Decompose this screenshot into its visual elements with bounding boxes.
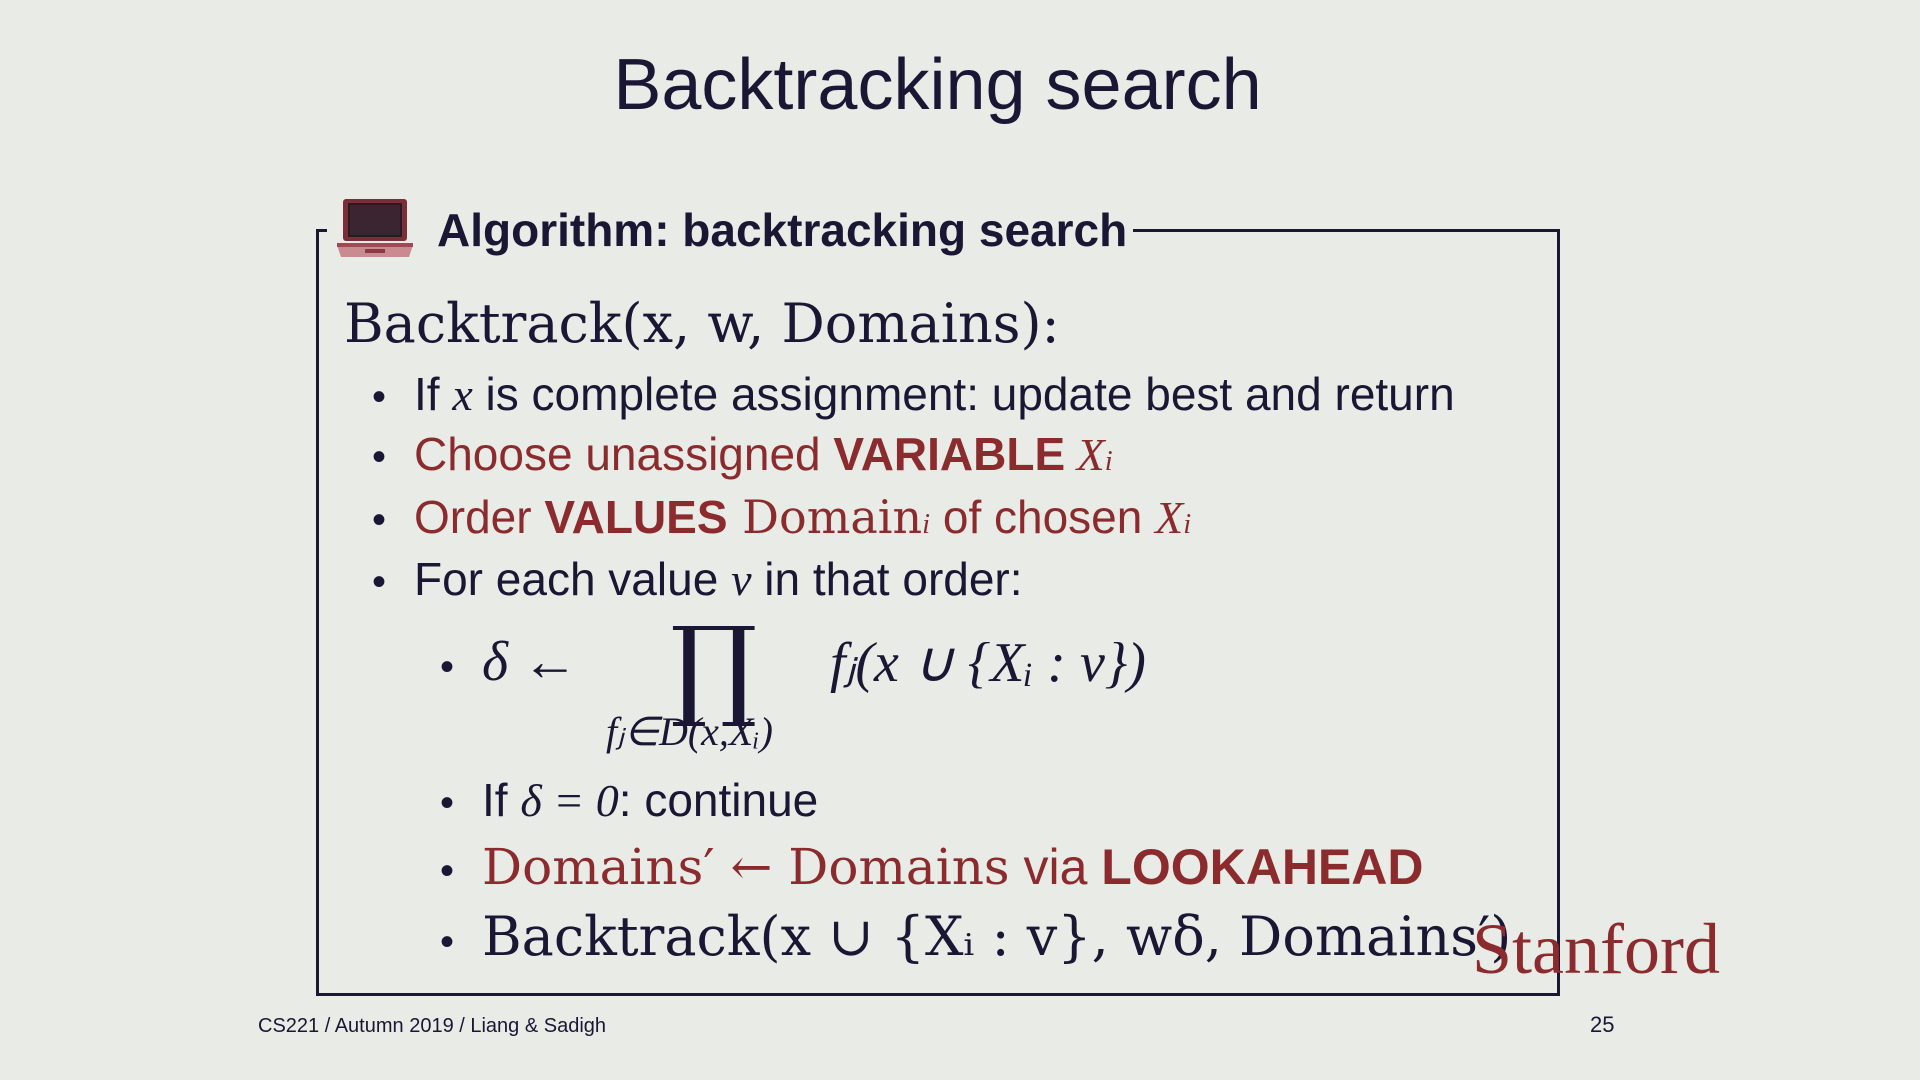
step-text: via [1009,839,1102,895]
step-text: δ = 0 [520,775,619,826]
bullet-dot: • [440,849,455,893]
step-text: LOOKAHEAD [1101,839,1424,895]
bullet-dot: • [372,435,387,479]
page-number: 25 [1590,1012,1615,1037]
step-text: If [482,774,521,826]
step-text: : continue [618,774,819,826]
step-text: If [414,368,453,420]
bullet-dot: • [372,375,387,419]
function-name: Backtrack(x, w, Domains): [344,292,1060,355]
step-line: • If δ = 0: continue [440,773,818,827]
step-text: Choose unassigned [414,428,834,480]
stanford-logo: Stanford [1472,909,1720,989]
step-text: Backtrack(x ∪ {Xᵢ : v}, wδ, Domains′) [482,905,1512,968]
product-symbol: ∏ [670,603,758,731]
step-text: i [1104,446,1113,477]
step-text: VALUES [544,491,728,543]
step-text: is complete assignment: update best and … [472,368,1455,420]
bullet-dot: • [372,560,387,604]
step-line: • If x is complete assignment: update bes… [372,367,1455,421]
bullet-dot: • [372,498,387,542]
product-lhs: • δ ← [440,630,578,694]
step-text: Order [414,491,545,543]
step-line: • Order VALUES Domain i of chosen Xi [372,490,1191,544]
bullet-dot: • [440,645,455,689]
step-line: • Choose unassigned VARIABLE Xi [372,427,1113,481]
step-text: x [452,369,473,420]
step-line: • Backtrack(x ∪ {Xᵢ : v}, wδ, Domains′) [440,905,1511,968]
product-rhs: fⱼ(x ∪ {Xᵢ : v}) [830,632,1146,694]
step-text: i [1183,509,1192,540]
bullet-dot: • [440,781,455,825]
algorithm-header: Algorithm: backtracking search [327,195,1134,265]
slide-footer: CS221 / Autumn 2019 / Liang & Sadigh [258,1015,607,1037]
step-line: • Domains′ ← Domains via LOOKAHEAD [440,838,1424,896]
delta-assign: δ ← [482,631,579,693]
step-text: Domain [727,490,923,544]
step-text: in that order: [751,553,1023,605]
step-text: VARIABLE [833,428,1066,480]
step-text: of chosen [930,491,1156,543]
step-text: For each value [414,553,732,605]
product-subscript: fⱼ∈D(x,Xᵢ) [606,709,773,754]
bullet-dot: • [440,920,455,964]
function-signature: Backtrack(x, w, Domains): [344,292,1060,355]
step-text: v [731,554,752,605]
slide-title: Backtracking search [613,45,1262,125]
step-text: X [1155,492,1184,543]
step-text: Domains′ ← Domains [482,838,1010,896]
step-text: i [922,509,931,540]
step-line: • For each value v in that order: [372,552,1023,606]
step-text: X [1065,429,1105,480]
laptop-icon [337,199,413,257]
algorithm-title: Algorithm: backtracking search [437,204,1128,256]
